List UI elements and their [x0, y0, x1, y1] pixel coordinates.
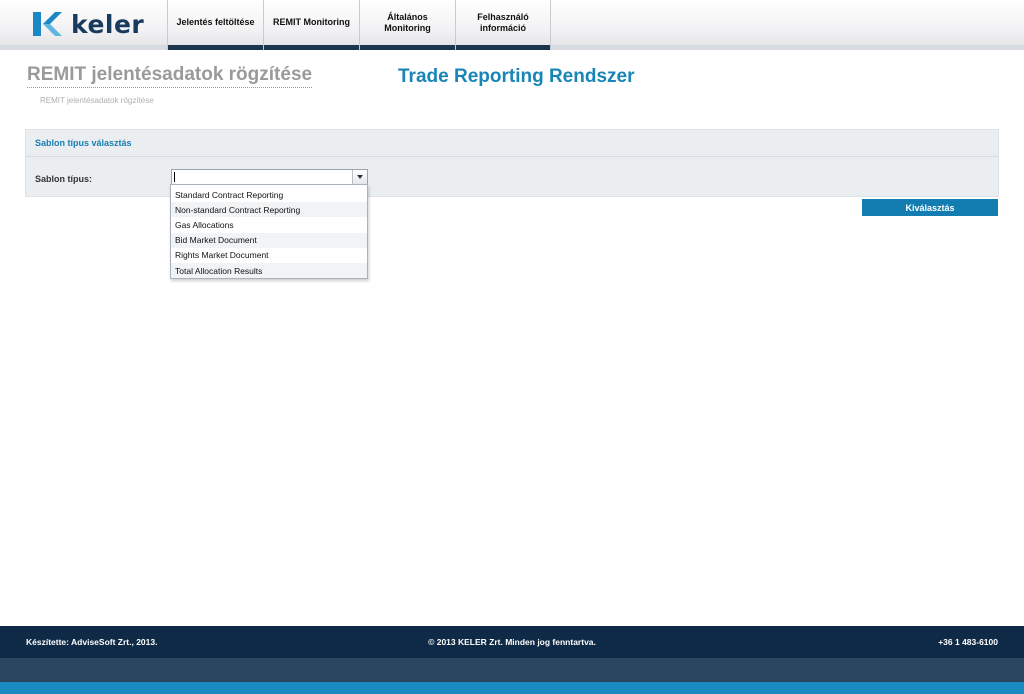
footer-phone: +36 1 483-6100 — [938, 637, 998, 647]
footer-copyright: © 2013 KELER Zrt. Minden jog fenntartva. — [428, 637, 596, 647]
dropdown-option[interactable]: Gas Allocations — [171, 217, 367, 232]
nav-item-label: Jelentés feltöltése — [176, 17, 255, 27]
app-title: Trade Reporting Rendszer — [398, 66, 635, 87]
footer-accent-band — [0, 682, 1024, 694]
nav-item-bar — [168, 45, 263, 50]
nav-item-label: Általános Monitoring — [384, 11, 431, 33]
keler-logo[interactable]: keler — [31, 8, 144, 40]
main-nav: Jelentés feltöltése REMIT Monitoring Ált… — [167, 0, 551, 50]
nav-item-bar — [456, 45, 550, 50]
nav-item-report-upload[interactable]: Jelentés feltöltése — [167, 0, 263, 50]
top-header: keler Jelentés feltöltése REMIT Monitori… — [0, 0, 1024, 50]
template-type-dropdown-list: Standard Contract Reporting Non-standard… — [170, 184, 368, 279]
chevron-down-icon — [357, 175, 363, 179]
select-button[interactable]: Kiválasztás — [862, 199, 998, 216]
logo-text: keler — [71, 9, 145, 39]
dropdown-option[interactable]: Standard Contract Reporting — [171, 187, 367, 202]
dropdown-toggle-button[interactable] — [352, 170, 367, 184]
dropdown-option[interactable]: Bid Market Document — [171, 232, 367, 248]
page-title: REMIT jelentésadatok rögzítése — [27, 64, 313, 88]
nav-item-general-monitoring[interactable]: Általános Monitoring — [359, 0, 455, 50]
panel-header: Sablon típus választás — [26, 130, 998, 157]
text-caret — [174, 172, 175, 182]
dropdown-option[interactable]: Non-standard Contract Reporting — [171, 202, 367, 218]
nav-item-remit-monitoring[interactable]: REMIT Monitoring — [263, 0, 359, 50]
template-type-select[interactable] — [171, 169, 368, 185]
keler-logo-icon — [33, 12, 62, 36]
template-type-label: Sablon típus: — [35, 174, 92, 184]
nav-item-bar — [360, 45, 455, 50]
nav-item-label: Felhasználó információ — [477, 11, 529, 33]
dropdown-option[interactable]: Total Allocation Results — [171, 262, 367, 279]
nav-item-user-info[interactable]: Felhasználó információ — [455, 0, 551, 50]
panel-title: Sablon típus választás — [35, 138, 132, 148]
nav-item-bar — [264, 45, 359, 50]
dropdown-option[interactable]: Rights Market Document — [171, 248, 367, 263]
footer-band — [0, 658, 1024, 682]
nav-item-label: REMIT Monitoring — [273, 17, 350, 27]
footer: Készítette: AdviseSoft Zrt., 2013. © 201… — [0, 626, 1024, 658]
breadcrumb[interactable]: REMIT jelentésadatok rögzítése — [40, 96, 154, 105]
